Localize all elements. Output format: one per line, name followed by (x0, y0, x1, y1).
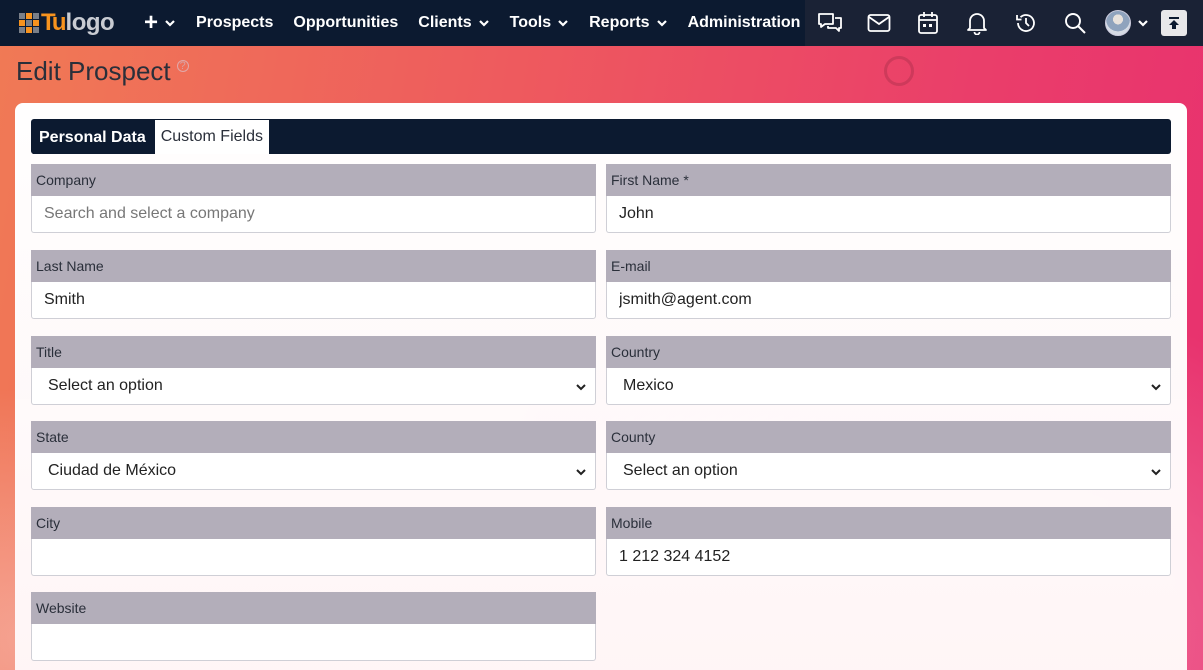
email-label: E-mail (606, 250, 1171, 282)
mail-button[interactable] (854, 0, 903, 46)
chevron-down-icon (576, 469, 586, 476)
nav-reports[interactable]: Reports (579, 0, 677, 46)
last-name-label: Last Name (31, 250, 596, 282)
logo-text: logo (65, 9, 115, 36)
search-icon (1064, 13, 1086, 34)
nav-prospects-label: Prospects (196, 14, 274, 31)
company-label: Company (31, 164, 596, 196)
chat-icon (817, 13, 842, 32)
country-label: Country (606, 336, 1171, 368)
nav-clients[interactable]: Clients (408, 0, 499, 46)
history-icon (1015, 14, 1035, 32)
first-name-input[interactable] (619, 196, 1170, 232)
calendar-icon (917, 12, 938, 34)
tab-custom-fields-label: Custom Fields (160, 128, 263, 145)
help-icon[interactable]: ? (176, 60, 189, 72)
chevron-down-icon (165, 20, 175, 27)
email-field: E-mail (606, 250, 1171, 319)
mobile-label: Mobile (606, 507, 1171, 539)
logo-prefix: Tu (41, 9, 67, 36)
history-button[interactable] (1001, 0, 1050, 46)
top-navigation: Tu logo + Prospects Opportunities Client… (0, 0, 1203, 46)
nav-prospects[interactable]: Prospects (186, 0, 283, 46)
chevron-down-icon (576, 384, 586, 391)
title-select[interactable]: Select an option (31, 368, 596, 405)
email-input[interactable] (619, 282, 1170, 318)
county-select[interactable]: Select an option (606, 453, 1171, 490)
country-field: Country Mexico (606, 336, 1171, 405)
nav-reports-label: Reports (589, 14, 650, 31)
nav-opportunities[interactable]: Opportunities (283, 0, 408, 46)
page-title-text: Edit Prospect (16, 56, 171, 86)
nav-clients-label: Clients (418, 14, 472, 31)
chat-button[interactable] (805, 0, 854, 46)
city-label: City (31, 507, 596, 539)
first-name-label: First Name * (606, 164, 1171, 196)
email-control (606, 282, 1171, 319)
company-input[interactable] (44, 196, 595, 232)
search-button[interactable] (1050, 0, 1099, 46)
nav-tools-label: Tools (509, 14, 552, 31)
website-input[interactable] (44, 624, 595, 660)
county-select-value: Select an option (623, 462, 738, 479)
mobile-field: Mobile (606, 507, 1171, 576)
country-select-value: Mexico (623, 377, 674, 394)
tab-personal-data-label: Personal Data (39, 128, 146, 146)
mobile-control (606, 539, 1171, 576)
city-input[interactable] (44, 539, 595, 575)
website-label: Website (31, 592, 596, 624)
last-name-input[interactable] (44, 282, 595, 318)
calendar-button[interactable] (903, 0, 952, 46)
mobile-input[interactable] (619, 539, 1170, 575)
nav-utility-bar (805, 0, 1203, 46)
county-field: County Select an option (606, 421, 1171, 490)
state-select-value: Ciudad de México (48, 462, 177, 479)
title-label: Title (31, 336, 596, 368)
notifications-button[interactable] (952, 0, 1001, 46)
tab-personal-data[interactable]: Personal Data (33, 121, 155, 154)
chevron-down-icon (1138, 20, 1148, 27)
last-name-control (31, 282, 596, 319)
plus-icon: + (144, 9, 159, 36)
chevron-down-icon (656, 20, 667, 27)
state-select[interactable]: Ciudad de México (31, 453, 596, 490)
edit-prospect-card: Personal Data Custom Fields Company Firs… (15, 103, 1187, 670)
state-label: State (31, 421, 596, 453)
nav-tools[interactable]: Tools (500, 0, 579, 46)
first-name-control (606, 196, 1171, 233)
logo-mark-icon (19, 13, 39, 33)
website-field: Website (31, 592, 596, 661)
nav-opportunities-label: Opportunities (293, 14, 399, 31)
scroll-top-icon (1169, 17, 1179, 29)
website-control (31, 624, 596, 661)
title-field: Title Select an option (31, 336, 596, 405)
chevron-down-icon (1151, 469, 1161, 476)
bell-icon (966, 13, 987, 35)
county-label: County (606, 421, 1171, 453)
background-circle (884, 56, 914, 86)
mail-icon (867, 14, 890, 32)
first-name-field: First Name * (606, 164, 1171, 233)
city-control (31, 539, 596, 576)
company-control (31, 196, 596, 233)
user-menu[interactable] (1099, 0, 1155, 46)
nav-administration-label: Administration (687, 14, 801, 31)
tab-bar: Personal Data Custom Fields (31, 119, 1171, 154)
country-select[interactable]: Mexico (606, 368, 1171, 405)
main-menu: + Prospects Opportunities Clients Tools … (132, 0, 828, 46)
chevron-down-icon (558, 20, 568, 27)
title-select-value: Select an option (48, 377, 163, 394)
chevron-down-icon (1151, 384, 1161, 391)
last-name-field: Last Name (31, 250, 596, 319)
company-field: Company (31, 164, 596, 233)
city-field: City (31, 507, 596, 576)
page-title: Edit Prospect ? (16, 56, 189, 87)
scroll-top-button[interactable] (1161, 10, 1187, 36)
tab-custom-fields[interactable]: Custom Fields (154, 120, 269, 154)
chevron-down-icon (478, 20, 489, 27)
avatar (1105, 10, 1131, 36)
brand-logo[interactable]: Tu logo (0, 0, 132, 46)
quick-add-button[interactable]: + (132, 9, 186, 37)
state-field: State Ciudad de México (31, 421, 596, 490)
